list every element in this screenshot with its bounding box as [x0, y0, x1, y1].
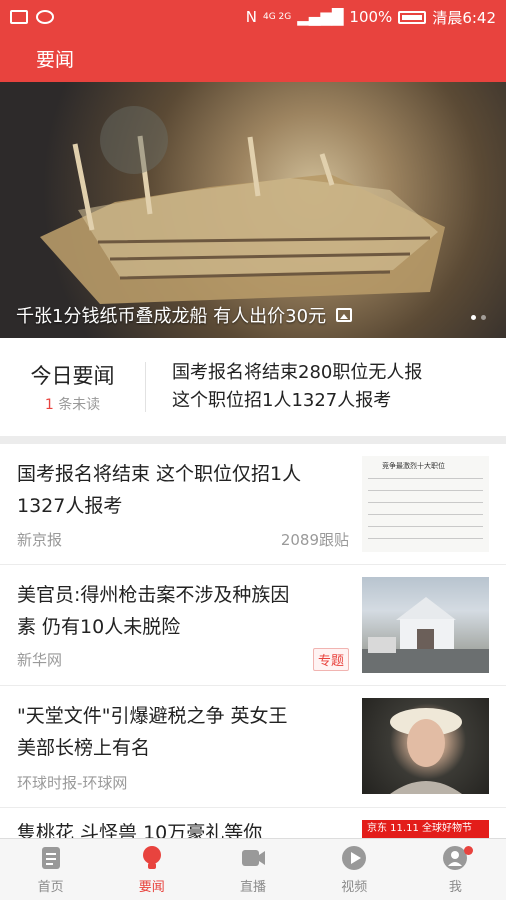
battery-percent: 100%	[349, 8, 393, 26]
today-news[interactable]: 今日要闻 1 条未读 国考报名将结束280职位无人报 这个职位招1人1327人报…	[0, 338, 506, 436]
play-icon	[342, 846, 367, 870]
news-title-line: 国考报名将结束 这个职位仅招1人	[17, 463, 302, 485]
weather-icon	[36, 10, 54, 24]
today-headline[interactable]: 国考报名将结束280职位无人报 这个职位招1人1327人报考	[146, 359, 422, 415]
banner-caption: 千张1分钱纸币叠成龙船 有人出价30元	[16, 302, 353, 328]
comment-count: 2089跟贴	[280, 531, 349, 549]
news-title-line: 美部长榜上有名	[17, 737, 151, 759]
news-item-partial[interactable]: 隻桃花 斗怪兽 10万豪礼等你 京东 11.11 全球好物节	[0, 808, 506, 838]
tab-live-label: 直播	[240, 880, 267, 895]
today-headline-line1: 国考报名将结束280职位无人报	[172, 362, 423, 383]
bulb-icon	[142, 846, 161, 869]
app-header: 要闻	[0, 34, 506, 82]
image-icon	[336, 308, 353, 322]
tab-news[interactable]: 要闻	[101, 839, 202, 900]
news-title: 美官员:得州枪击案不涉及种族因 素 仍有10人未脱险	[17, 579, 352, 643]
news-source: 新华网	[17, 651, 63, 669]
news-meta: 环球时报-环球网	[17, 772, 349, 793]
partial-title: 隻桃花 斗怪兽 10万豪礼等你	[17, 822, 263, 838]
tab-video-label: 视频	[341, 880, 368, 895]
news-meta: 新京报 2089跟贴	[17, 529, 349, 550]
nfc-icon: N	[245, 8, 257, 26]
section-divider	[0, 436, 506, 444]
news-item[interactable]: 国考报名将结束 这个职位仅招1人 1327人报考 新京报 2089跟贴 竞争最激…	[0, 444, 506, 565]
signal-icon: ▂▄▆█	[297, 8, 344, 26]
tab-news-label: 要闻	[138, 880, 165, 895]
carousel-dot-active	[471, 315, 476, 320]
carousel-indicator	[471, 315, 486, 320]
unread-indicator: 1 条未读	[0, 394, 145, 414]
status-bar: N 4G 2G ▂▄▆█ 100% 清晨6:42	[0, 0, 506, 34]
bottom-tab-bar: 首页 要闻 直播 视频 我	[0, 838, 506, 900]
tab-live[interactable]: 直播	[202, 839, 303, 900]
news-meta: 新华网 专题	[17, 648, 349, 671]
tab-me-label: 我	[448, 880, 462, 895]
news-title-line: 美官员:得州枪击案不涉及种族因	[17, 584, 290, 606]
news-item[interactable]: "天堂文件"引爆避税之争 英女王 美部长榜上有名 环球时报-环球网	[0, 686, 506, 808]
news-title-line: 1327人报考	[17, 495, 123, 517]
news-title: 国考报名将结束 这个职位仅招1人 1327人报考	[17, 458, 352, 522]
news-thumbnail-queen	[362, 698, 489, 794]
briefcase-icon	[10, 10, 28, 24]
tab-video[interactable]: 视频	[304, 839, 405, 900]
network-indicator: 4G 2G	[263, 11, 292, 22]
tab-home-label: 首页	[37, 880, 64, 895]
news-thumbnail-church	[362, 577, 489, 673]
news-item[interactable]: 美官员:得州枪击案不涉及种族因 素 仍有10人未脱险 新华网 专题	[0, 565, 506, 686]
tab-home[interactable]: 首页	[0, 839, 101, 900]
today-summary: 今日要闻 1 条未读	[0, 360, 145, 414]
page-title: 要闻	[36, 48, 75, 71]
battery-icon	[398, 10, 427, 24]
carousel-dot	[481, 315, 486, 320]
today-headline-line2: 这个职位招1人1327人报考	[172, 390, 392, 411]
unread-count: 1	[44, 397, 54, 413]
home-icon	[41, 847, 60, 869]
news-source: 新京报	[17, 531, 63, 549]
notification-badge	[463, 846, 473, 855]
tab-me[interactable]: 我	[405, 839, 506, 900]
ad-thumbnail: 京东 11.11 全球好物节	[362, 820, 489, 838]
today-title: 今日要闻	[30, 364, 115, 388]
banner-caption-text: 千张1分钱纸币叠成龙船 有人出价30元	[16, 306, 327, 327]
video-camera-icon	[242, 850, 265, 866]
thumbnail-header: 竞争最激烈十大职位	[382, 462, 445, 470]
clock: 清晨6:42	[432, 8, 496, 27]
news-title-line: 素 仍有10人未脱险	[17, 616, 181, 638]
banner-image	[40, 106, 445, 304]
topic-tag: 专题	[312, 648, 349, 671]
unread-label: 条未读	[58, 397, 101, 413]
news-title-line: "天堂文件"引爆避税之争 英女王	[17, 705, 288, 727]
news-thumbnail-document: 竞争最激烈十大职位	[362, 456, 489, 552]
news-title: "天堂文件"引爆避税之争 英女王 美部长榜上有名	[17, 700, 352, 764]
news-source: 环球时报-环球网	[17, 774, 128, 792]
headline-banner[interactable]: 千张1分钱纸币叠成龙船 有人出价30元	[0, 82, 506, 338]
